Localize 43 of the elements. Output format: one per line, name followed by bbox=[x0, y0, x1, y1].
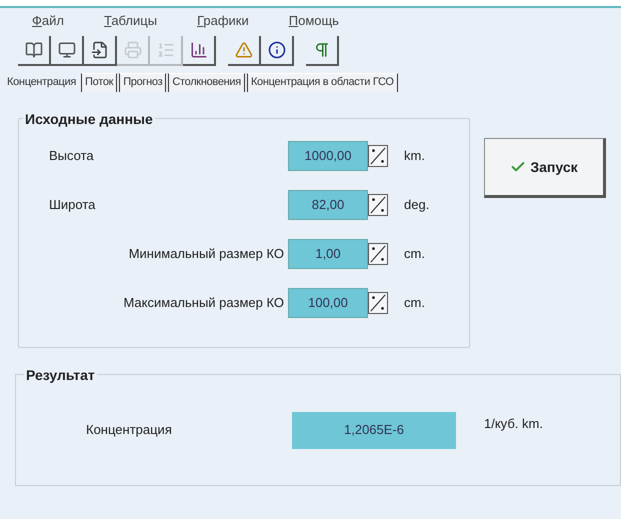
printer-icon bbox=[124, 41, 142, 59]
menu-item[interactable]: Таблицы bbox=[104, 11, 158, 32]
field-label: Высота bbox=[48, 147, 95, 166]
number-field[interactable]: 82,00 bbox=[288, 190, 368, 220]
spin-arrows-icon[interactable] bbox=[368, 243, 388, 265]
document-icon bbox=[90, 41, 108, 59]
toolbar-button[interactable] bbox=[183, 36, 216, 66]
info-icon bbox=[268, 41, 286, 59]
warning-icon bbox=[234, 41, 252, 59]
book-icon bbox=[24, 41, 42, 59]
number-field[interactable]: 100,00 bbox=[288, 288, 368, 318]
tab[interactable]: Концентрация в области ГСО bbox=[246, 72, 398, 92]
toolbar-button[interactable] bbox=[261, 36, 294, 66]
tab[interactable]: Столкновения bbox=[168, 72, 245, 92]
spin-arrows-icon[interactable] bbox=[368, 145, 388, 167]
bar-chart-icon bbox=[190, 41, 208, 59]
field-label: Широта bbox=[48, 196, 96, 214]
tab[interactable]: Прогноз bbox=[119, 72, 166, 92]
result-field: 1,2065E-6 bbox=[292, 412, 456, 448]
unit-label: cm. bbox=[404, 294, 425, 312]
number-field[interactable]: 1,00 bbox=[288, 239, 368, 269]
field-label: Минимальный размер КО bbox=[128, 245, 285, 264]
unit-label: deg. bbox=[404, 196, 430, 214]
run-button[interactable]: Запуск bbox=[484, 138, 606, 198]
toolbar-button[interactable] bbox=[51, 36, 84, 66]
result-label: Концентрация bbox=[85, 421, 173, 440]
tab[interactable]: Поток bbox=[81, 72, 118, 92]
number-field[interactable]: 1000,00 bbox=[288, 141, 368, 171]
unit-label: km. bbox=[404, 147, 425, 166]
spin-arrows-icon[interactable] bbox=[368, 194, 388, 216]
field-label: Максимальный размер КО bbox=[122, 294, 285, 312]
toolbar-button[interactable] bbox=[84, 36, 117, 66]
toolbar-button[interactable] bbox=[228, 36, 261, 66]
unit-label: 1/куб. km. bbox=[484, 415, 543, 434]
menu-item[interactable]: Файл bbox=[32, 11, 64, 32]
monitor-icon bbox=[58, 41, 76, 59]
unit-label: cm. bbox=[404, 245, 425, 264]
list-icon bbox=[156, 41, 174, 59]
spin-arrows-icon[interactable] bbox=[368, 292, 388, 314]
toolbar-button[interactable] bbox=[306, 36, 339, 66]
toolbar-button[interactable] bbox=[18, 36, 51, 66]
menu-item[interactable]: Графики bbox=[197, 11, 249, 32]
menu-item[interactable]: Помощь bbox=[288, 11, 339, 32]
